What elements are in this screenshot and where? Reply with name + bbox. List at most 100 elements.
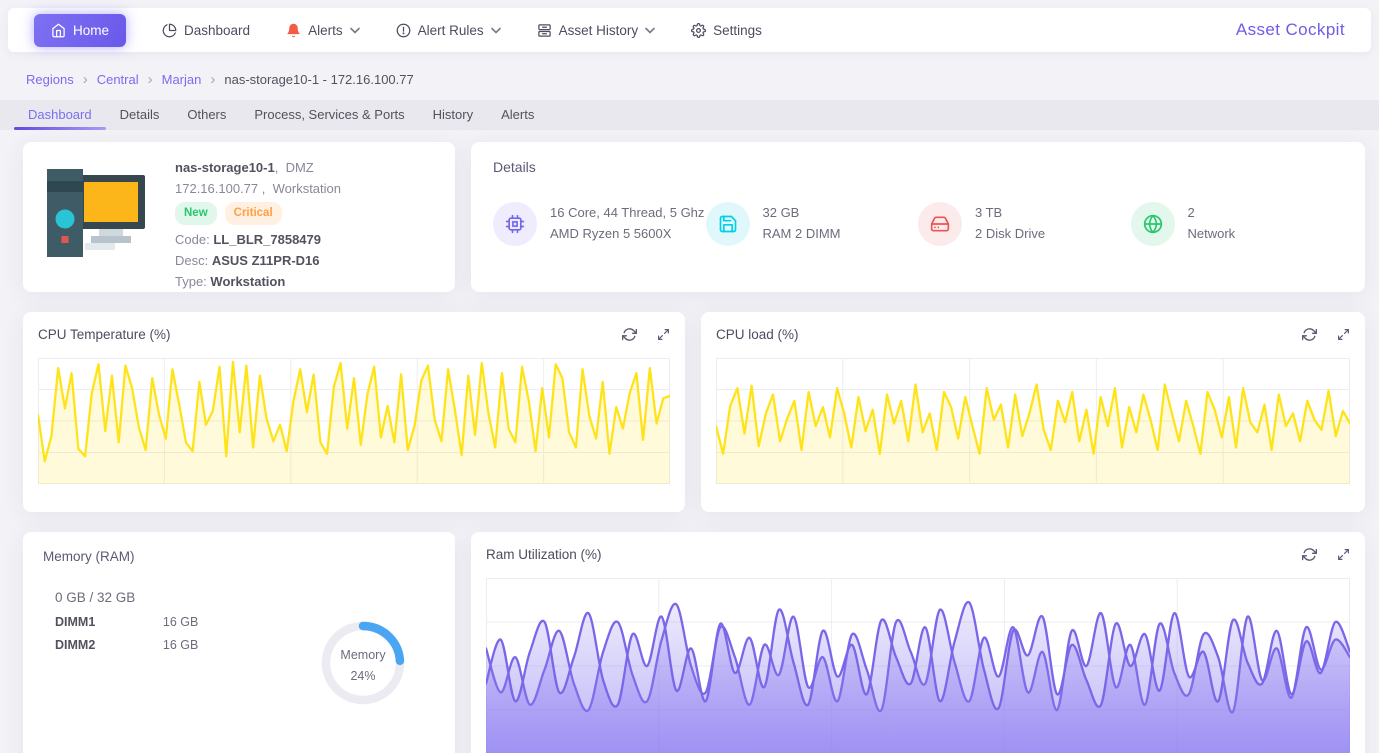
- disk-icon: [930, 214, 950, 234]
- expand-icon[interactable]: [1337, 548, 1350, 561]
- detail-cpu-line1: 16 Core, 44 Thread, 5 Ghz: [550, 203, 704, 224]
- bell-icon: [286, 23, 301, 38]
- detail-network-line2: Network: [1188, 224, 1236, 245]
- asset-type-row: Type: Workstation: [175, 271, 341, 292]
- ram-utilization-card: Ram Utilization (%): [471, 532, 1365, 753]
- ram-utilization-title: Ram Utilization (%): [486, 547, 602, 562]
- chevron-down-icon: [491, 27, 501, 34]
- tab-others[interactable]: Others: [173, 100, 240, 130]
- detail-ram-line1: 32 GB: [763, 203, 841, 224]
- tab-bar: Dashboard Details Others Process, Servic…: [0, 100, 1379, 130]
- breadcrumb-separator: ›: [210, 72, 215, 87]
- detail-item-ram: 32 GB RAM 2 DIMM: [706, 202, 919, 246]
- network-globe-icon: [1143, 214, 1163, 234]
- nav-item-home[interactable]: Home: [34, 14, 126, 47]
- detail-ram-line2: RAM 2 DIMM: [763, 224, 841, 245]
- server-icon: [537, 23, 552, 38]
- breadcrumb-separator: ›: [148, 72, 153, 87]
- expand-icon[interactable]: [1337, 328, 1350, 341]
- chevron-down-icon: [350, 27, 360, 34]
- cpu-temperature-card: CPU Temperature (%): [23, 312, 685, 512]
- dimm2-value: 16 GB: [163, 638, 198, 652]
- asset-code-row: Code: LL_BLR_7858479: [175, 229, 341, 250]
- nav-item-label: Settings: [713, 23, 762, 38]
- table-row: DIMM2 16 GB: [55, 638, 263, 652]
- refresh-icon[interactable]: [1302, 547, 1317, 562]
- breadcrumb-link-marjan[interactable]: Marjan: [162, 72, 202, 87]
- memory-donut-chart: Memory 24%: [317, 617, 409, 709]
- detail-disk-line1: 3 TB: [975, 203, 1045, 224]
- cpu-icon: [505, 214, 525, 234]
- nav-item-asset-history[interactable]: Asset History: [537, 23, 656, 38]
- nav-item-alert-rules[interactable]: Alert Rules: [396, 23, 501, 38]
- tab-details[interactable]: Details: [106, 100, 174, 130]
- cpu-load-card: CPU load (%): [701, 312, 1365, 512]
- detail-item-network: 2 Network: [1131, 202, 1344, 246]
- pie-chart-icon: [162, 23, 177, 38]
- cpu-load-chart: [716, 358, 1350, 484]
- asset-desc-value: ASUS Z11PR-D16: [212, 253, 320, 268]
- asset-zone: DMZ: [286, 160, 314, 175]
- table-row: DIMM1 16 GB: [55, 615, 263, 629]
- nav-item-label: Asset History: [559, 23, 639, 38]
- asset-ip: 172.16.100.77 ,: [175, 181, 265, 196]
- memory-donut-label: Memory: [340, 648, 386, 662]
- breadcrumb: Regions › Central › Marjan › nas-storage…: [0, 52, 1379, 100]
- asset-name-row: nas-storage10-1, DMZ: [175, 157, 341, 178]
- memory-donut-percent: 24%: [350, 669, 375, 683]
- asset-desc-label: Desc:: [175, 253, 208, 268]
- nav-item-label: Dashboard: [184, 23, 250, 38]
- asset-desc-row: Desc: ASUS Z11PR-D16: [175, 250, 341, 271]
- cpu-load-title: CPU load (%): [716, 327, 799, 342]
- gear-icon: [691, 23, 706, 38]
- refresh-icon[interactable]: [622, 327, 637, 342]
- status-badge-critical: Critical: [225, 202, 282, 225]
- nav-item-alerts[interactable]: Alerts: [286, 23, 360, 38]
- cpu-temperature-chart: [38, 358, 670, 484]
- asset-ip-row: 172.16.100.77 , Workstation: [175, 178, 341, 199]
- memory-total: 0 GB / 32 GB: [55, 590, 435, 605]
- nav-item-label: Alert Rules: [418, 23, 484, 38]
- detail-disk-line2: 2 Disk Drive: [975, 224, 1045, 245]
- breadcrumb-separator: ›: [83, 72, 88, 87]
- top-navbar: Home Dashboard Alerts Alert Rules Asset …: [8, 8, 1371, 52]
- asset-code-value: LL_BLR_7858479: [213, 232, 321, 247]
- detail-network-line1: 2: [1188, 203, 1236, 224]
- detail-cpu-line2: AMD Ryzen 5 5600X: [550, 224, 704, 245]
- cpu-temperature-title: CPU Temperature (%): [38, 327, 171, 342]
- breadcrumb-link-central[interactable]: Central: [97, 72, 139, 87]
- details-card-title: Details: [493, 159, 1343, 175]
- asset-name-separator: ,: [275, 160, 279, 175]
- memory-card-title: Memory (RAM): [43, 549, 435, 564]
- nav-item-dashboard[interactable]: Dashboard: [162, 23, 250, 38]
- home-icon: [51, 23, 66, 38]
- tab-process-services-ports[interactable]: Process, Services & Ports: [240, 100, 418, 130]
- memory-dimm-table: DIMM1 16 GB DIMM2 16 GB: [43, 615, 263, 709]
- detail-item-cpu: 16 Core, 44 Thread, 5 Ghz AMD Ryzen 5 56…: [493, 202, 706, 246]
- tab-alerts[interactable]: Alerts: [487, 100, 548, 130]
- details-card: Details 16 Core, 44 Thread, 5 Ghz AMD Ry…: [471, 142, 1365, 292]
- dimm1-value: 16 GB: [163, 615, 198, 629]
- expand-icon[interactable]: [657, 328, 670, 341]
- nav-item-settings[interactable]: Settings: [691, 23, 762, 38]
- workstation-illustration: [39, 157, 151, 269]
- tab-dashboard[interactable]: Dashboard: [14, 100, 106, 130]
- asset-name: nas-storage10-1: [175, 160, 275, 175]
- ram-icon: [718, 214, 738, 234]
- status-badge-new: New: [175, 202, 217, 225]
- memory-ram-card: Memory (RAM) 0 GB / 32 GB DIMM1 16 GB DI…: [23, 532, 455, 753]
- nav-item-label: Home: [73, 23, 109, 38]
- nav-item-label: Alerts: [308, 23, 343, 38]
- tab-history[interactable]: History: [419, 100, 487, 130]
- refresh-icon[interactable]: [1302, 327, 1317, 342]
- dimm1-label: DIMM1: [55, 615, 163, 629]
- breadcrumb-link-regions[interactable]: Regions: [26, 72, 74, 87]
- asset-summary-card: nas-storage10-1, DMZ 172.16.100.77 , Wor…: [23, 142, 455, 292]
- detail-item-disk: 3 TB 2 Disk Drive: [918, 202, 1131, 246]
- chevron-down-icon: [645, 27, 655, 34]
- ram-utilization-chart: [486, 578, 1350, 753]
- asset-category: Workstation: [273, 181, 341, 196]
- asset-type-label: Type:: [175, 274, 207, 289]
- alert-circle-icon: [396, 23, 411, 38]
- brand-title[interactable]: Asset Cockpit: [1236, 20, 1345, 40]
